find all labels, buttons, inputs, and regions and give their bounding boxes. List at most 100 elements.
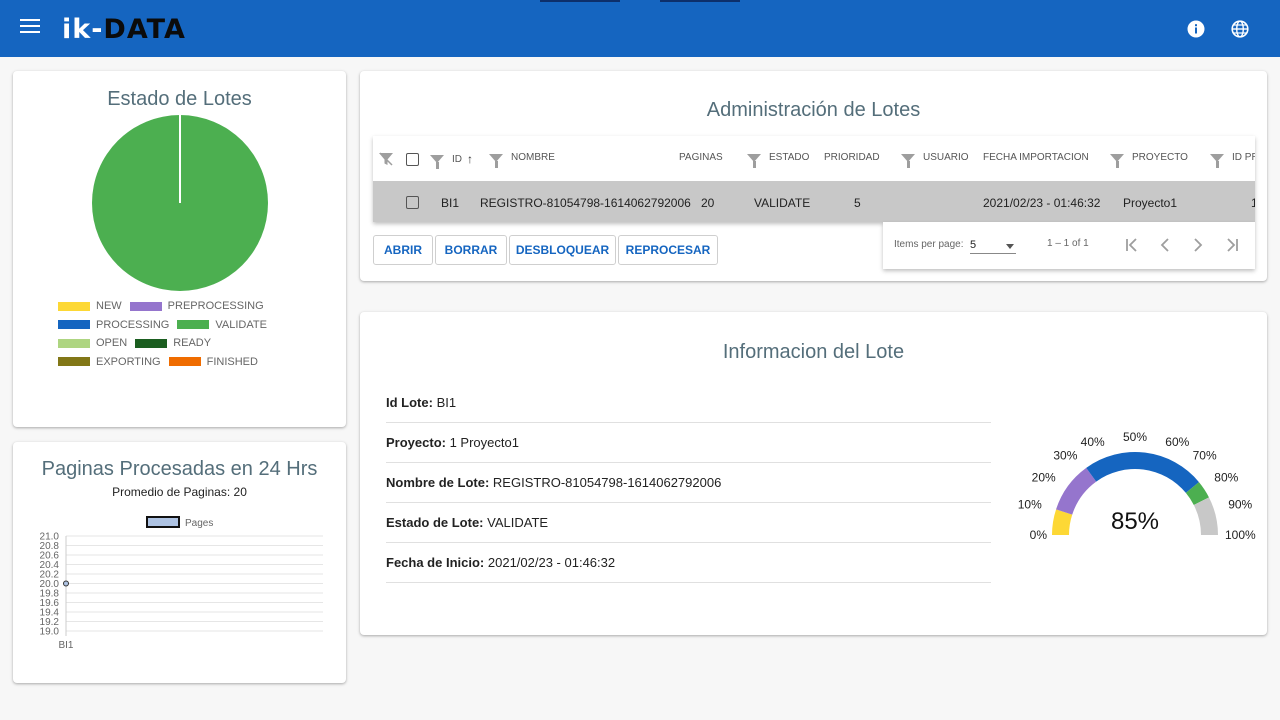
borrar-button[interactable]: BORRAR xyxy=(435,235,507,265)
legend-swatch xyxy=(177,320,210,330)
gauge-tick-label: 10% xyxy=(1018,498,1042,512)
column-header-fecha-importacion[interactable]: FECHA IMPORTACION xyxy=(983,152,1089,163)
desbloquear-button[interactable]: DESBLOQUEAR xyxy=(509,235,616,265)
cell-id-proyecto: 1 xyxy=(1251,196,1255,210)
legend-label: PREPROCESSING xyxy=(167,300,264,313)
legend-item-exporting[interactable]: EXPORTING xyxy=(58,356,161,368)
legend-row: NEW PREPROCESSING xyxy=(58,297,358,316)
gauge-tick-label: 20% xyxy=(1032,470,1056,484)
previous-page-icon[interactable] xyxy=(1155,235,1175,255)
admin-lotes-title: Administración de Lotes xyxy=(706,99,921,121)
next-page-icon[interactable] xyxy=(1188,235,1208,255)
gauge-tick-label: 40% xyxy=(1081,435,1105,449)
legend-item-validate[interactable]: VALIDATE xyxy=(177,319,267,331)
first-page-icon[interactable] xyxy=(1122,235,1142,255)
filter-icon[interactable] xyxy=(747,153,761,168)
legend-label: PROCESSING xyxy=(96,318,170,331)
info-icon[interactable] xyxy=(1187,20,1205,38)
info-row-fecha-inicio: Fecha de Inicio: 2021/02/23 - 01:46:32 xyxy=(386,543,991,583)
select-all-checkbox[interactable] xyxy=(406,153,419,166)
filter-icon[interactable] xyxy=(901,153,915,168)
estado-lotes-card: Estado de Lotes NEW PREPROCESSING PROCESSI… xyxy=(13,71,346,427)
top-stripe xyxy=(660,0,740,2)
gauge-segment xyxy=(1086,452,1199,493)
gauge-tick-label: 80% xyxy=(1214,470,1238,484)
legend-swatch-pages[interactable] xyxy=(146,516,180,528)
legend-swatch xyxy=(58,338,90,348)
language-globe-icon[interactable] xyxy=(1231,20,1249,38)
pie-legend: NEW PREPROCESSING PROCESSING VALIDATE OPEN RE… xyxy=(58,297,358,371)
filter-icon[interactable] xyxy=(1110,153,1124,168)
dropdown-caret-icon xyxy=(1006,244,1014,249)
admin-lotes-card: Administración de Lotes ID ↑ NOMBRE PAGI… xyxy=(360,71,1267,281)
cell-estado: VALIDATE xyxy=(754,196,811,210)
legend-item-ready[interactable]: READY xyxy=(135,337,211,349)
data-point[interactable] xyxy=(63,580,69,587)
cell-paginas: 20 xyxy=(701,196,715,210)
clear-filter-icon[interactable] xyxy=(377,150,395,168)
column-header-nombre[interactable]: NOMBRE xyxy=(489,152,555,168)
top-stripe xyxy=(540,0,620,2)
gauge-tick-label: 50% xyxy=(1123,430,1147,444)
legend-row: PROCESSING VALIDATE xyxy=(58,316,358,335)
cell-nombre: REGISTRO-81054798-1614062792006 xyxy=(480,196,691,210)
paginator: Items per page: 5 1 – 1 of 1 xyxy=(883,222,1255,269)
column-header-prioridad[interactable]: PRIORIDAD xyxy=(824,152,880,163)
legend-swatch xyxy=(135,338,168,348)
legend-swatch xyxy=(58,357,90,367)
filter-icon[interactable] xyxy=(489,153,503,168)
gauge-tick-label: 30% xyxy=(1053,449,1077,463)
cell-proyecto: Proyecto1 xyxy=(1123,196,1178,210)
column-header-estado[interactable]: ESTADO xyxy=(747,152,809,168)
legend-swatch xyxy=(58,301,90,311)
items-per-page-label: Items per page: xyxy=(894,239,964,250)
filter-icon[interactable] xyxy=(430,155,444,169)
gauge-tick-label: 70% xyxy=(1193,449,1217,463)
gauge-tick-label: 0% xyxy=(1030,528,1048,542)
legend-swatch xyxy=(168,357,201,367)
legend-swatch xyxy=(58,320,90,330)
column-header-proyecto[interactable]: PROYECTO xyxy=(1110,152,1188,168)
pages-line-chart: Pages21.020.820.620.420.220.019.819.619.… xyxy=(40,516,323,651)
legend-label-pages: Pages xyxy=(185,518,213,529)
paginas-card: Paginas Procesadas en 24 Hrs Promedio de… xyxy=(13,442,346,683)
legend-label: VALIDATE xyxy=(215,318,267,331)
legend-swatch xyxy=(129,301,162,311)
column-header-usuario[interactable]: USUARIO xyxy=(901,152,969,168)
reprocesar-button[interactable]: REPROCESAR xyxy=(618,235,718,265)
column-header-id[interactable]: ID ↑ xyxy=(430,152,473,169)
sort-ascending-icon: ↑ xyxy=(467,152,473,166)
column-header-id-proyecto[interactable]: ID PR xyxy=(1210,152,1255,168)
cell-fecha-importacion: 2021/02/23 - 01:46:32 xyxy=(983,196,1101,210)
legend-row: EXPORTING FINISHED xyxy=(58,353,358,372)
legend-label: OPEN xyxy=(96,337,128,350)
row-checkbox[interactable] xyxy=(406,196,419,209)
gauge-tick-label: 100% xyxy=(1225,528,1256,542)
legend-item-finished[interactable]: FINISHED xyxy=(168,355,258,368)
legend-label: EXPORTING xyxy=(96,355,161,368)
app-logo: ik-DATA xyxy=(62,14,186,45)
cell-id: BI1 xyxy=(441,196,460,210)
last-page-icon[interactable] xyxy=(1222,235,1242,255)
abrir-button[interactable]: ABRIR xyxy=(373,235,433,265)
legend-row: OPEN READY xyxy=(58,334,358,353)
lotes-table: ID ↑ NOMBRE PAGINAS ESTADO PRIORIDAD USU… xyxy=(373,136,1255,222)
legend-item-open[interactable]: OPEN xyxy=(58,337,127,349)
legend-item-new[interactable]: NEW xyxy=(58,300,122,312)
info-row-nombre-lote: Nombre de Lote: REGISTRO-81054798-161406… xyxy=(386,463,991,503)
filter-icon[interactable] xyxy=(1210,153,1224,168)
legend-item-preprocessing[interactable]: PREPROCESSING xyxy=(129,300,264,313)
gauge-value: 85% xyxy=(1111,508,1159,535)
column-header-paginas[interactable]: PAGINAS xyxy=(679,152,723,163)
info-row-estado-lote: Estado de Lote: VALIDATE xyxy=(386,503,991,543)
legend-item-processing[interactable]: PROCESSING xyxy=(58,319,169,331)
page-size-select[interactable]: 5 xyxy=(970,234,1016,254)
x-tick-label: BI1 xyxy=(58,640,73,651)
informacion-lote-title: Informacion del Lote xyxy=(722,341,905,363)
legend-label: READY xyxy=(173,337,212,350)
info-row-id-lote: Id Lote: BI1 xyxy=(386,383,991,423)
menu-icon[interactable] xyxy=(20,19,40,35)
legend-label: FINISHED xyxy=(206,355,258,368)
page-range-label: 1 – 1 of 1 xyxy=(1047,238,1089,249)
gauge-tick-label: 60% xyxy=(1165,435,1189,449)
